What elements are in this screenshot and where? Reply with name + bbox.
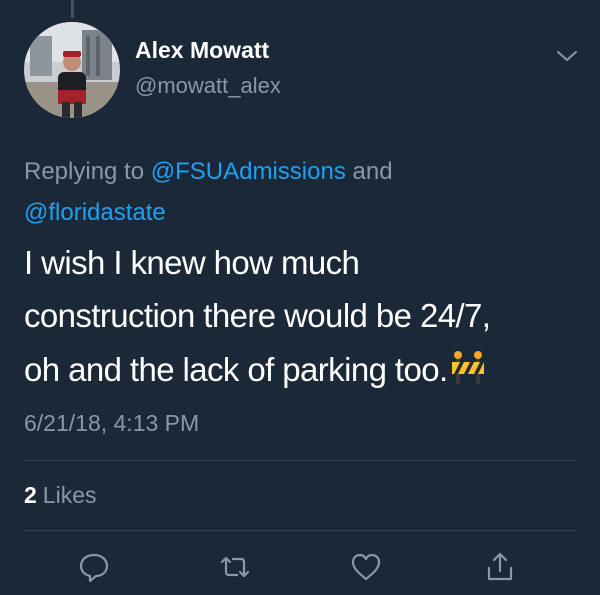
replying-and-label: and	[345, 158, 393, 185]
tweet-text-line-3-content: oh and the lack of parking too.	[24, 351, 448, 388]
mention-fsuadmissions-link[interactable]: @FSUAdmissions	[151, 158, 346, 185]
display-name[interactable]: Alex Mowatt	[135, 37, 269, 64]
reply-icon	[79, 553, 109, 583]
construction-sign-icon	[450, 350, 486, 394]
retweet-icon	[220, 556, 250, 578]
thread-connector-line	[71, 0, 74, 18]
replying-to-label: Replying to	[24, 158, 151, 185]
likes-label: Likes	[42, 482, 97, 508]
profile-photo-icon	[24, 22, 120, 118]
likes-number: 2	[24, 482, 37, 508]
tweet-timestamp[interactable]: 6/21/18, 4:13 PM	[24, 410, 199, 437]
like-icon	[351, 553, 381, 581]
avatar[interactable]	[24, 22, 120, 118]
like-button[interactable]	[349, 550, 383, 584]
divider	[24, 460, 576, 461]
chevron-down-icon[interactable]	[555, 48, 579, 64]
tweet-text-line-1: I wish I knew how much	[24, 244, 360, 281]
replying-to-line: Replying to @FSUAdmissions and	[24, 158, 584, 186]
user-handle[interactable]: @mowatt_alex	[135, 73, 281, 99]
mention-floridastate-link[interactable]: @floridastate	[24, 199, 166, 226]
retweet-button[interactable]	[218, 550, 252, 584]
reply-button[interactable]	[77, 550, 111, 584]
likes-count[interactable]: 2 Likes	[24, 482, 97, 509]
divider	[24, 530, 576, 531]
tweet-text-line-2: construction there would be 24/7,	[24, 297, 491, 334]
share-button[interactable]	[483, 550, 517, 584]
share-icon	[487, 552, 513, 581]
tweet-text-line-3: oh and the lack of parking too.	[24, 350, 486, 394]
replying-to-line-2: @floridastate	[24, 199, 584, 227]
